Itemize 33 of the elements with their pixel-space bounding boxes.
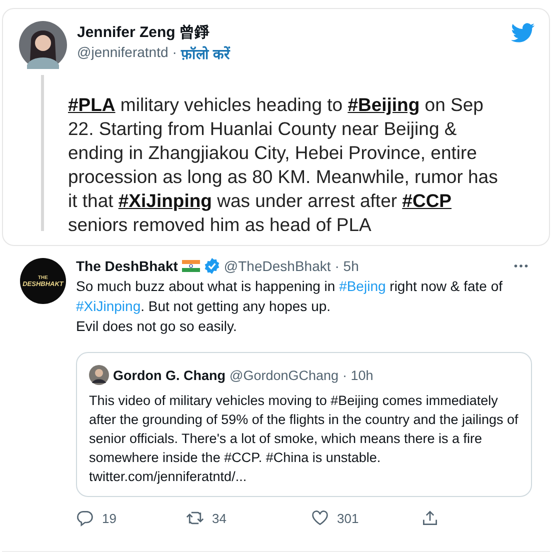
avatar-icon: [89, 365, 109, 385]
tweet-text: #XiJinping. But not getting any hopes up.: [76, 298, 332, 314]
author-handle: @jenniferatntd: [77, 44, 168, 62]
reply-icon[interactable]: [76, 509, 94, 527]
author-name: Jennifer Zeng 曾錚: [77, 23, 211, 42]
bird-icon: [511, 23, 535, 43]
avatar-icon: [19, 21, 67, 69]
tweet-text: #PLA military vehicles heading to #Beijing on Sep 22. Starting from Huanlai County near Beijing & ending in Zhangjiakou City, Hebei Province, entire procession as long as 80 KM. Meanwhile, rumor has it that #XiJinping was under arrest after #CCP seniors removed him as head of PLA: [68, 93, 499, 237]
action-count: 34: [212, 510, 226, 526]
tweet-time: · 10h: [342, 368, 374, 382]
action-count: 301: [337, 510, 359, 526]
author-name: The DeshBhakt: [76, 258, 178, 274]
flag-icon: [182, 260, 200, 272]
author-handle: @GordonGChang: [230, 368, 339, 382]
tweet-text: Evil does not go so easily.: [76, 318, 238, 334]
quoted-text: This video of military vehicles moving to #Beijing comes immediately after the grounding of 59% of the flights in the country and the jailings of senior officials. There's a lot of smoke, which means there is a fire somewhere inside the #CCP. #China is unstable.: [89, 392, 519, 467]
author-handle: @TheDeshBhakt: [224, 258, 331, 274]
retweet-icon[interactable]: [186, 509, 204, 527]
tweet-time: · 5h: [334, 258, 359, 274]
action-count: 19: [102, 510, 116, 526]
hashtag-link[interactable]: #PLA: [68, 94, 116, 115]
heart-icon[interactable]: [311, 509, 329, 527]
quoted-tweet-card[interactable]: [76, 352, 532, 497]
author-name: Gordon G. Chang: [113, 368, 226, 382]
follow-link[interactable]: फ़ॉलो करें: [180, 44, 230, 63]
more-icon[interactable]: [514, 264, 528, 268]
hashtag-link[interactable]: #CCP: [402, 190, 452, 211]
separator-dot: ·: [172, 44, 177, 62]
share-icon[interactable]: [421, 509, 439, 527]
tweet-text: So much buzz about what is happening in #Bejing right now & fate of: [76, 278, 504, 294]
tweet-link[interactable]: twitter.com/jenniferatntd/...: [89, 467, 519, 486]
hashtag-link[interactable]: #Beijing: [348, 94, 420, 115]
hashtag-link[interactable]: #XiJinping: [118, 190, 212, 211]
